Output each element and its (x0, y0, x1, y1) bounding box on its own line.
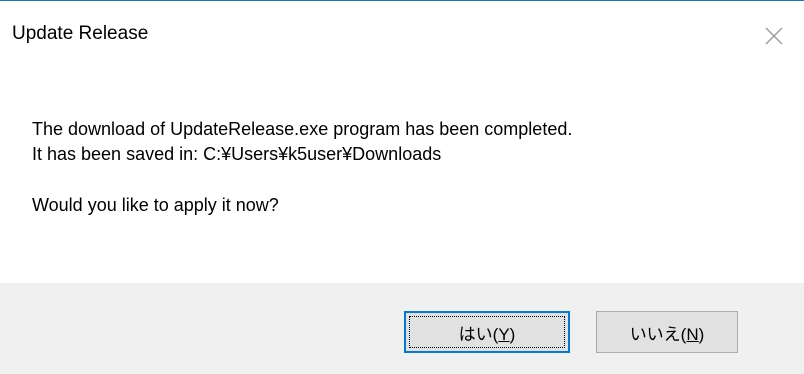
message-question: Would you like to apply it now? (32, 195, 279, 215)
yes-button-label: はい(Y) (459, 320, 516, 345)
no-accelerator-key: N (686, 324, 699, 344)
no-label-text: いいえ( (629, 324, 687, 344)
message-dialog: Update Release The download of UpdateRel… (0, 0, 804, 374)
close-button[interactable] (744, 1, 804, 71)
yes-label-text: はい( (458, 324, 499, 344)
close-icon (765, 27, 783, 45)
button-bar: はい(Y) いいえ(N) (0, 283, 804, 374)
no-label-suffix: ) (698, 324, 705, 344)
title-bar[interactable]: Update Release (0, 1, 804, 75)
window-title: Update Release (12, 23, 149, 44)
yes-label-suffix: ) (509, 324, 516, 344)
yes-button[interactable]: はい(Y) (404, 311, 570, 353)
message-line-saved-path: It has been saved in: C:¥Users¥k5user¥Do… (32, 144, 442, 164)
no-button[interactable]: いいえ(N) (596, 311, 738, 353)
no-button-label: いいえ(N) (630, 320, 705, 345)
dialog-message: The download of UpdateRelease.exe progra… (32, 117, 772, 218)
yes-accelerator-key: Y (498, 324, 510, 344)
message-line-download: The download of UpdateRelease.exe progra… (32, 119, 573, 139)
